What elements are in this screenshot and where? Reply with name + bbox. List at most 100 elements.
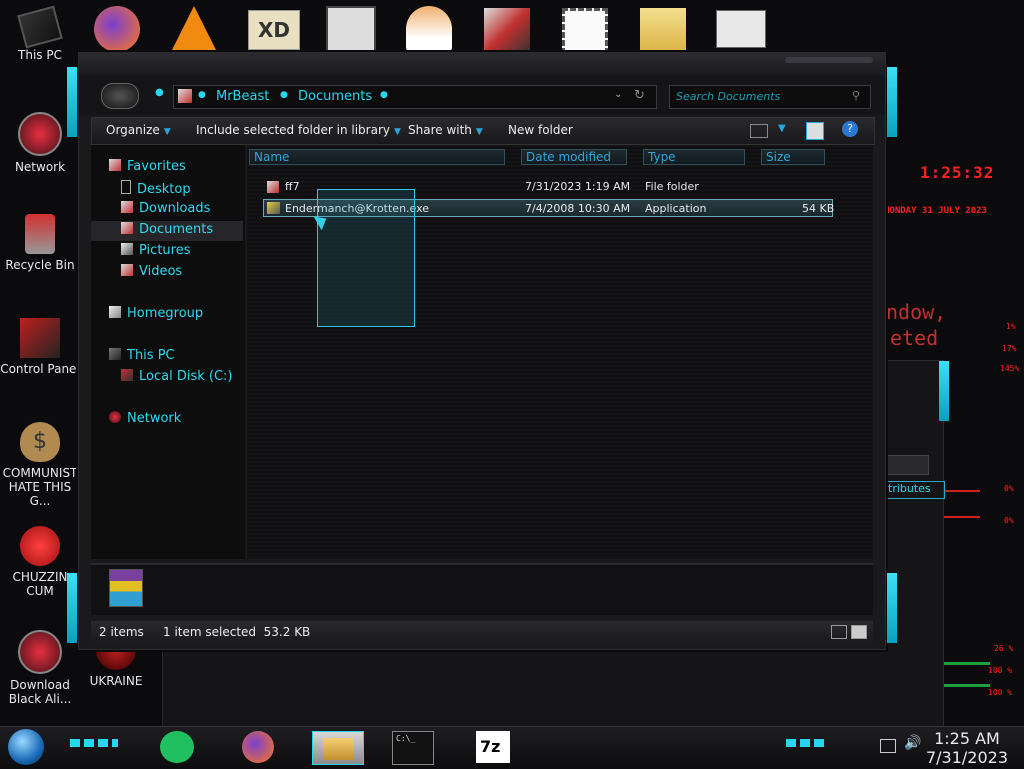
widget-percent: 100 % bbox=[988, 688, 1013, 697]
view-options-icon[interactable] bbox=[750, 124, 768, 138]
column-header-size[interactable]: Size bbox=[761, 149, 825, 165]
money-bag-icon: $ bbox=[20, 422, 60, 462]
taskbar-clock[interactable]: 1:25 AM 7/31/2023 bbox=[926, 729, 1008, 767]
title-bar[interactable] bbox=[79, 53, 885, 75]
nav-downloads[interactable]: Downloads bbox=[121, 201, 210, 216]
desktop-icon-communist[interactable]: $ COMMUNIST HATE THIS G... bbox=[0, 422, 80, 508]
preview-pane-icon[interactable] bbox=[806, 122, 824, 140]
nav-label: Homegroup bbox=[127, 306, 204, 321]
command-bar: Organize ▼ Include selected folder in lib… bbox=[91, 117, 875, 145]
widget-percent: 100 % bbox=[988, 666, 1013, 675]
widget-percent: 0% bbox=[1004, 516, 1014, 525]
network-icon bbox=[18, 112, 62, 156]
chevron-down-icon: ▼ bbox=[163, 127, 171, 137]
downloads-icon bbox=[121, 201, 133, 213]
details-view-icon[interactable] bbox=[831, 625, 847, 639]
refresh-icon[interactable]: ↻ bbox=[634, 88, 645, 103]
include-label: Include selected folder in library bbox=[196, 123, 390, 137]
taskbar: C:\_ 7z 🔊 1:25 AM 7/31/2023 bbox=[0, 726, 1024, 769]
nav-documents[interactable]: Documents bbox=[121, 222, 213, 237]
nav-this-pc[interactable]: This PC bbox=[109, 348, 175, 363]
search-input[interactable]: Search Documents bbox=[676, 90, 780, 103]
breadcrumb-mrbeast[interactable]: MrBeast bbox=[216, 89, 269, 104]
breadcrumb-separator-icon[interactable]: ● bbox=[380, 90, 388, 100]
window-bracket bbox=[887, 573, 897, 643]
address-dropdown-icon[interactable]: ⌄ bbox=[614, 89, 622, 100]
nav-videos[interactable]: Videos bbox=[121, 264, 182, 279]
column-header-date[interactable]: Date modified bbox=[521, 149, 627, 165]
vlc-icon[interactable] bbox=[172, 6, 216, 50]
nav-homegroup[interactable]: Homegroup bbox=[109, 306, 203, 321]
organize-button[interactable]: Organize ▼ bbox=[106, 123, 171, 137]
window-bracket bbox=[67, 67, 77, 137]
background-text-2: eted bbox=[890, 326, 939, 350]
share-with-button[interactable]: Share with ▼ bbox=[408, 123, 483, 137]
column-header-name[interactable]: Name bbox=[249, 149, 505, 165]
nav-favorites[interactable]: Favorites bbox=[109, 159, 186, 174]
taskbar-notes-app[interactable] bbox=[160, 731, 194, 763]
desktop-icon bbox=[121, 180, 131, 194]
selection-info: 1 item selected 53.2 KB bbox=[163, 625, 311, 639]
start-button[interactable] bbox=[8, 729, 44, 765]
title-accent bbox=[785, 57, 873, 63]
nav-local-disk[interactable]: Local Disk (C:) bbox=[121, 369, 232, 384]
nav-label: Videos bbox=[139, 264, 183, 279]
help-icon[interactable]: ? bbox=[842, 121, 858, 137]
explorer-window[interactable]: ● ● MrBeast ● Documents ● ⌄ ↻ Search Doc… bbox=[67, 52, 897, 650]
nav-network[interactable]: Network bbox=[109, 411, 181, 426]
folder-icon bbox=[323, 738, 353, 760]
xd-icon[interactable]: XD bbox=[248, 10, 300, 50]
chuzzle-icon bbox=[20, 526, 60, 566]
taskbar-7zip[interactable]: 7z bbox=[476, 731, 510, 763]
window-bracket bbox=[887, 67, 897, 137]
nav-label: Downloads bbox=[139, 201, 211, 216]
breadcrumb-documents[interactable]: Documents bbox=[298, 89, 372, 104]
background-window-tab[interactable]: tributes bbox=[887, 481, 945, 499]
background-window-field[interactable] bbox=[887, 455, 929, 475]
widget-percent: 1% bbox=[1006, 322, 1016, 331]
user-icon[interactable] bbox=[406, 6, 452, 52]
file-name: ff7 bbox=[285, 180, 300, 193]
desktop-icon-this-pc[interactable]: This PC bbox=[0, 5, 80, 62]
network-icon bbox=[109, 411, 121, 423]
control-panel-icon bbox=[20, 318, 60, 358]
column-header-type[interactable]: Type bbox=[643, 149, 745, 165]
large-icons-view-icon[interactable] bbox=[851, 625, 867, 639]
file-date: 7/4/2008 10:30 AM bbox=[525, 202, 631, 215]
breadcrumb-separator-icon[interactable]: ● bbox=[198, 90, 206, 100]
clock-time: 1:25 AM bbox=[934, 729, 1000, 748]
address-bar[interactable]: ● MrBeast ● Documents ● ⌄ ↻ bbox=[173, 85, 657, 109]
desktop-icon-recycle-bin[interactable]: Recycle Bin bbox=[0, 214, 80, 272]
zip-label: 7z bbox=[480, 737, 501, 756]
taskbar-cmd[interactable]: C:\_ bbox=[392, 731, 434, 765]
nav-desktop[interactable]: Desktop bbox=[121, 180, 191, 197]
nav-pictures[interactable]: Pictures bbox=[121, 243, 190, 258]
taskbar-file-explorer[interactable] bbox=[312, 731, 364, 765]
back-forward-button[interactable] bbox=[101, 83, 139, 109]
desktop-icon-control-panel[interactable]: Control Panel bbox=[0, 318, 80, 376]
volume-icon[interactable]: 🔊 bbox=[904, 735, 921, 751]
window-icon[interactable] bbox=[716, 10, 766, 48]
app-icon[interactable] bbox=[326, 6, 376, 56]
navigation-bar: ● ● MrBeast ● Documents ● ⌄ ↻ Search Doc… bbox=[79, 75, 885, 115]
file-date: 7/31/2023 1:19 AM bbox=[525, 180, 631, 193]
taskbar-firefox[interactable] bbox=[242, 731, 274, 763]
notes-icon[interactable] bbox=[640, 8, 686, 54]
file-type: File folder bbox=[645, 180, 699, 193]
view-dropdown-icon[interactable]: ▼ bbox=[778, 123, 786, 134]
navigation-pane: Favorites Desktop Downloads Documents Pi… bbox=[91, 145, 245, 559]
books-icon[interactable] bbox=[484, 8, 530, 54]
search-icon[interactable]: ⚲ bbox=[852, 89, 860, 102]
desktop-icon-label: Network bbox=[14, 160, 66, 174]
network-tray-icon[interactable] bbox=[880, 739, 896, 753]
photo-icon[interactable] bbox=[562, 8, 608, 54]
file-size: 54 KB bbox=[802, 202, 835, 215]
history-dot[interactable]: ● bbox=[155, 87, 164, 98]
firefox-icon[interactable] bbox=[94, 6, 140, 52]
search-box[interactable]: Search Documents ⚲ bbox=[669, 85, 871, 109]
nav-label: Favorites bbox=[127, 159, 186, 174]
breadcrumb-separator-icon[interactable]: ● bbox=[280, 90, 288, 100]
recycle-bin-icon bbox=[25, 214, 55, 254]
new-folder-button[interactable]: New folder bbox=[508, 123, 573, 137]
include-in-library-button[interactable]: Include selected folder in library ▼ bbox=[196, 123, 401, 137]
